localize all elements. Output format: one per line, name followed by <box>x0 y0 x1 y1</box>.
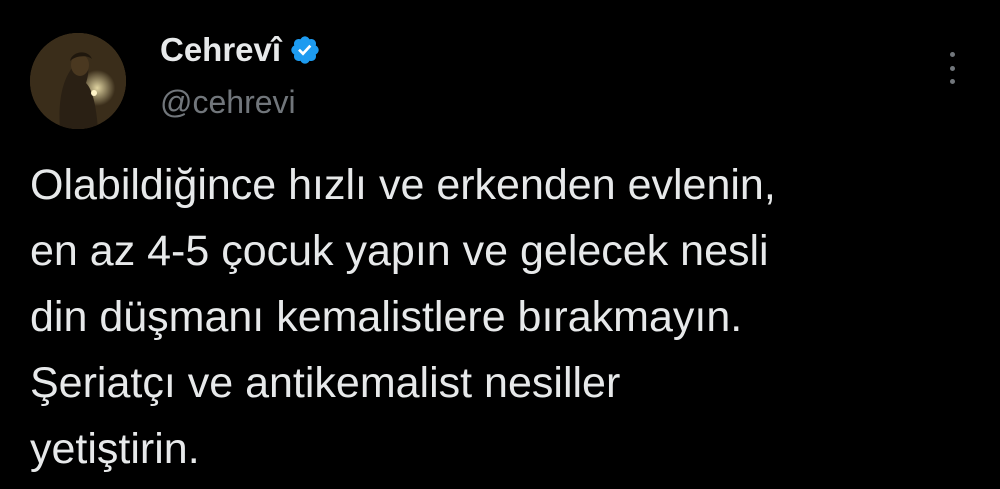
more-dot <box>949 52 955 57</box>
author-handle[interactable]: @cehrevi <box>160 82 296 122</box>
more-dot <box>949 79 955 84</box>
author-avatar[interactable] <box>30 33 126 129</box>
tweet-text-line: Olabildiğince hızlı ve erkenden evlenin, <box>30 161 776 209</box>
verified-badge-icon[interactable] <box>289 34 321 66</box>
tweet-text-line: en az 4-5 çocuk yapın ve gelecek nesli <box>30 227 769 275</box>
tweet-card: Cehrevî @cehrevi Olabildiğince hızlı ve … <box>0 0 1000 489</box>
tweet-text-line: din düşmanı kemalistlere bırakmayın. <box>30 293 743 341</box>
tweet-text-line: Şeriatçı ve antikemalist nesiller <box>30 359 621 407</box>
avatar-image <box>30 33 126 129</box>
tweet-text-line: yetiştirin. <box>30 425 200 473</box>
more-dot <box>949 65 955 71</box>
more-vertical-icon[interactable] <box>940 50 964 86</box>
author-display-name[interactable]: Cehrevî <box>160 30 281 70</box>
tweet-text: Olabildiğince hızlı ve erkenden evlenin,… <box>30 152 980 482</box>
author-name-row[interactable]: Cehrevî <box>160 30 321 70</box>
